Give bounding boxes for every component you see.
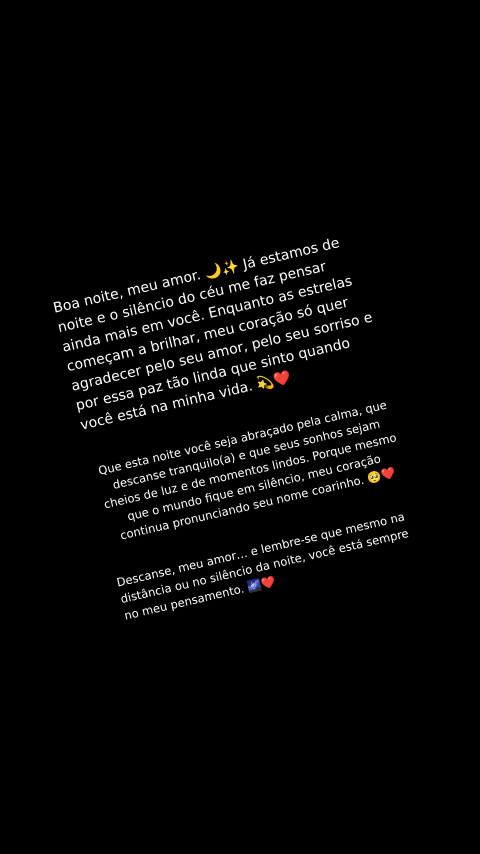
message-paragraph-1: Boa noite, meu amor. 🌙✨ Já estamos de no… <box>51 235 375 434</box>
goodnight-message: Boa noite, meu amor. 🌙✨ Já estamos de no… <box>51 229 428 624</box>
story-canvas: Boa noite, meu amor. 🌙✨ Já estamos de no… <box>0 0 480 854</box>
